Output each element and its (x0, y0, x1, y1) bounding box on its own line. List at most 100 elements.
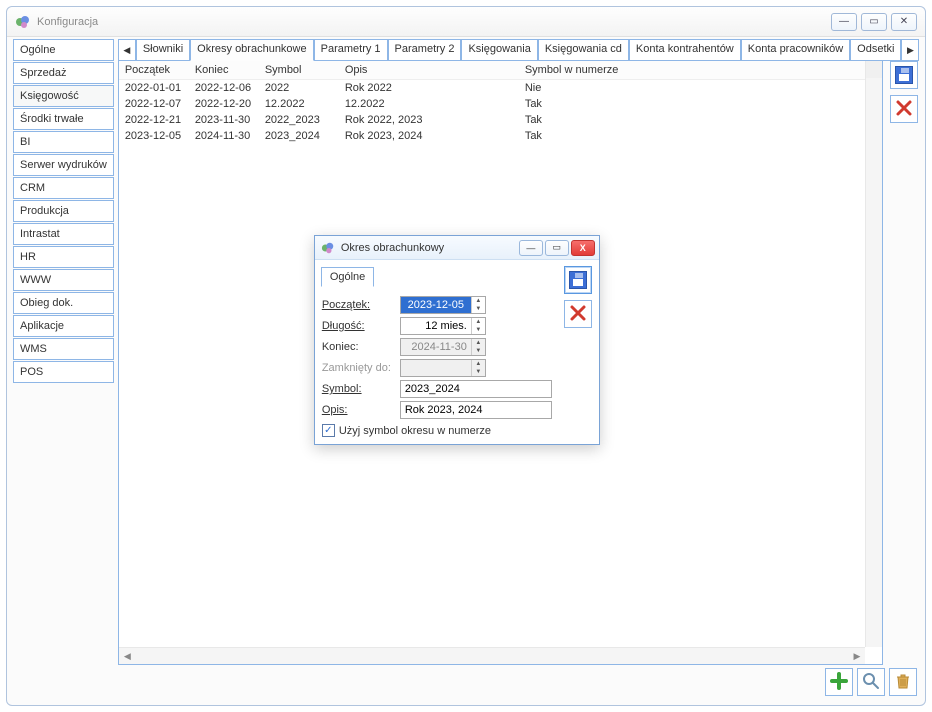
scroll-left-icon[interactable]: ◀ (119, 648, 136, 665)
close-button[interactable]: ✕ (891, 13, 917, 31)
sidebar: OgólneSprzedażKsięgowośćŚrodki trwałeBIS… (13, 39, 118, 699)
save-button[interactable] (890, 61, 918, 89)
sidebar-item-5[interactable]: Serwer wydruków (13, 154, 114, 176)
cell: 2023-12-05 (119, 128, 189, 144)
column-header[interactable]: Opis (339, 61, 519, 80)
dialog-minimize-button[interactable]: — (519, 240, 543, 256)
sidebar-item-0[interactable]: Ogólne (13, 39, 114, 61)
dialog-save-button[interactable] (564, 266, 592, 294)
sidebar-item-3[interactable]: Środki trwałe (13, 108, 114, 130)
cell: Tak (519, 96, 883, 112)
cell: 2024-11-30 (189, 128, 259, 144)
closed-date-input: ▲▼ (400, 359, 486, 377)
table-row[interactable]: 2022-12-072022-12-2012.202212.2022Tak (119, 96, 883, 112)
sidebar-item-14[interactable]: POS (13, 361, 114, 383)
cell: 2022-12-06 (189, 80, 259, 97)
length-value[interactable] (401, 318, 471, 334)
maximize-button[interactable]: ▭ (861, 13, 887, 31)
tab-1[interactable]: Okresy obrachunkowe (190, 39, 313, 61)
dialog-titlebar: Okres obrachunkowy — ▭ X (315, 236, 599, 260)
dialog-cancel-button[interactable] (564, 300, 592, 328)
app-icon (15, 14, 31, 30)
tab-3[interactable]: Parametry 2 (388, 39, 462, 61)
periods-grid: PoczątekKoniecSymbolOpisSymbol w numerze… (119, 61, 883, 144)
dialog-tab-general[interactable]: Ogólne (321, 267, 374, 287)
main-window: Konfiguracja — ▭ ✕ OgólneSprzedażKsięgow… (6, 6, 926, 706)
tab-4[interactable]: Księgowania (461, 39, 537, 61)
cell: 2022-12-21 (119, 112, 189, 128)
start-date-input[interactable]: ▲▼ (400, 296, 486, 314)
cell: 2022-12-07 (119, 96, 189, 112)
sidebar-item-9[interactable]: HR (13, 246, 114, 268)
tab-7[interactable]: Konta pracowników (741, 39, 850, 61)
checkbox-label: Użyj symbol okresu w numerze (339, 425, 491, 437)
cell: Rok 2022, 2023 (339, 112, 519, 128)
add-button[interactable] (825, 668, 853, 696)
search-button[interactable] (857, 668, 885, 696)
delete-button[interactable] (890, 95, 918, 123)
end-date-input: ▲▼ (400, 338, 486, 356)
tab-scroll-right[interactable]: ▶ (901, 39, 919, 61)
window-title: Konfiguracja (37, 16, 831, 28)
closed-date-value (401, 360, 471, 376)
floppy-icon (895, 66, 913, 84)
column-header[interactable]: Początek (119, 61, 189, 80)
length-input[interactable]: ▲▼ (400, 317, 486, 335)
cell: Nie (519, 80, 883, 97)
sidebar-item-2[interactable]: Księgowość (13, 85, 114, 107)
close-x-icon (895, 99, 913, 120)
dialog-maximize-button[interactable]: ▭ (545, 240, 569, 256)
sidebar-item-8[interactable]: Intrastat (13, 223, 114, 245)
tab-scroll-left[interactable]: ◀ (118, 39, 136, 61)
tab-content: PoczątekKoniecSymbolOpisSymbol w numerze… (118, 61, 884, 665)
sidebar-item-11[interactable]: Obieg dok. (13, 292, 114, 314)
symbol-input[interactable] (400, 380, 552, 398)
sidebar-item-4[interactable]: BI (13, 131, 114, 153)
cell: 2023-11-30 (189, 112, 259, 128)
tab-8[interactable]: Odsetki (850, 39, 901, 61)
scroll-right-icon[interactable]: ▶ (848, 648, 865, 665)
use-symbol-checkbox[interactable]: ✓ Użyj symbol okresu w numerze (322, 424, 556, 437)
minimize-button[interactable]: — (831, 13, 857, 31)
sidebar-item-6[interactable]: CRM (13, 177, 114, 199)
tab-row: ◀ SłownikiOkresy obrachunkoweParametry 1… (118, 39, 920, 61)
tab-2[interactable]: Parametry 1 (314, 39, 388, 61)
floppy-icon (569, 271, 587, 289)
cell: 2022_2023 (259, 112, 339, 128)
sidebar-item-7[interactable]: Produkcja (13, 200, 114, 222)
period-dialog: Okres obrachunkowy — ▭ X Ogólne (314, 235, 600, 445)
end-label: Koniec: (322, 341, 400, 353)
titlebar: Konfiguracja — ▭ ✕ (7, 7, 925, 37)
table-row[interactable]: 2022-12-212023-11-302022_2023Rok 2022, 2… (119, 112, 883, 128)
plus-icon (830, 672, 848, 693)
column-header[interactable]: Symbol (259, 61, 339, 80)
length-label: Długość: (322, 320, 400, 332)
sidebar-item-10[interactable]: WWW (13, 269, 114, 291)
cell: 12.2022 (339, 96, 519, 112)
cell: Tak (519, 128, 883, 144)
cell: Rok 2022 (339, 80, 519, 97)
cell: 2022-12-20 (189, 96, 259, 112)
trash-icon (894, 672, 912, 693)
main-panel: ◀ SłownikiOkresy obrachunkoweParametry 1… (118, 39, 920, 699)
sidebar-item-13[interactable]: WMS (13, 338, 114, 360)
start-date-value[interactable] (401, 297, 471, 313)
vertical-scrollbar[interactable] (865, 61, 882, 647)
tab-5[interactable]: Księgowania cd (538, 39, 629, 61)
sidebar-item-12[interactable]: Aplikacje (13, 315, 114, 337)
tab-0[interactable]: Słowniki (136, 39, 190, 61)
dialog-form: Początek: ▲▼ Długość: (321, 286, 557, 438)
dialog-close-button[interactable]: X (571, 240, 595, 256)
trash-button[interactable] (889, 668, 917, 696)
table-row[interactable]: 2022-01-012022-12-062022Rok 2022Nie (119, 80, 883, 97)
cell: 2022 (259, 80, 339, 97)
magnifier-icon (862, 672, 880, 693)
column-header[interactable]: Symbol w numerze (519, 61, 883, 80)
tab-6[interactable]: Konta kontrahentów (629, 39, 741, 61)
sidebar-item-1[interactable]: Sprzedaż (13, 62, 114, 84)
cell: 2022-01-01 (119, 80, 189, 97)
desc-input[interactable] (400, 401, 552, 419)
table-row[interactable]: 2023-12-052024-11-302023_2024Rok 2023, 2… (119, 128, 883, 144)
column-header[interactable]: Koniec (189, 61, 259, 80)
horizontal-scrollbar[interactable]: ◀ ▶ (119, 647, 866, 664)
